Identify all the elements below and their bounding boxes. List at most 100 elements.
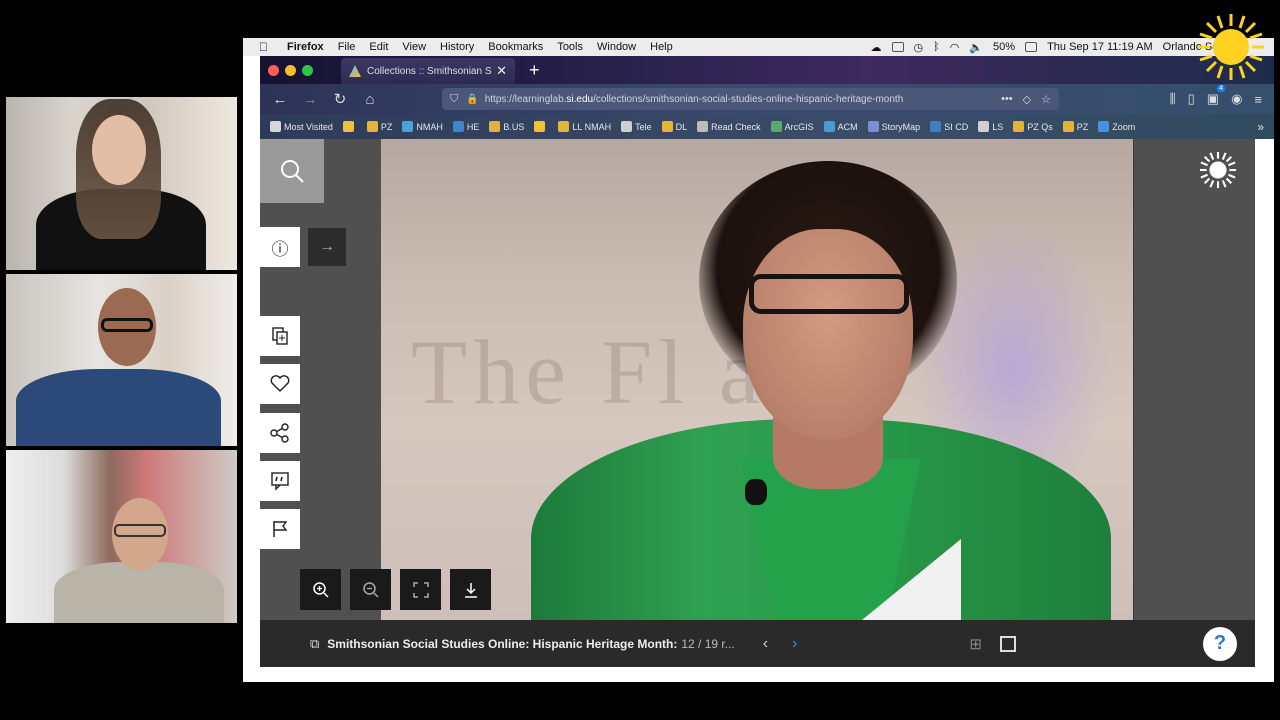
cloud-icon[interactable]: ☁ — [871, 41, 882, 54]
bookmark-label: PZ — [380, 121, 393, 132]
zoom-out-icon — [362, 581, 379, 598]
help-button[interactable]: ? — [1203, 626, 1237, 661]
menu-history[interactable]: History — [440, 41, 474, 53]
search-button[interactable] — [260, 139, 324, 203]
next-resource-button[interactable]: › — [792, 635, 797, 653]
url-bar[interactable]: ⛉ 🔒 https://learninglab.si.edu/collectio… — [442, 88, 1059, 110]
menu-tools[interactable]: Tools — [557, 41, 583, 53]
flag-icon — [273, 521, 288, 537]
bookmarks-more-icon[interactable]: » — [1257, 120, 1274, 134]
bookmark-favicon-icon — [1062, 121, 1074, 132]
quote-icon — [271, 472, 289, 491]
bookmark-item[interactable]: StoryMap — [867, 121, 920, 132]
bookmark-item[interactable]: PZ — [366, 121, 393, 132]
volume-icon[interactable]: 🔈 — [969, 41, 983, 54]
bookmark-item[interactable]: DL — [661, 121, 687, 132]
extension-icon[interactable]: ▣ 4 — [1207, 85, 1226, 107]
forward-button[interactable]: → — [300, 91, 320, 108]
menu-window[interactable]: Window — [597, 41, 636, 53]
battery-percent[interactable]: 50% — [993, 41, 1015, 53]
menu-app-name[interactable]: Firefox — [287, 41, 324, 53]
lock-icon[interactable]: 🔒 — [466, 94, 478, 105]
battery-icon[interactable] — [1025, 42, 1038, 52]
share-button[interactable] — [260, 413, 300, 453]
bookmark-item[interactable]: PZ — [1062, 121, 1088, 132]
tab-collections[interactable]: Collections :: Smithsonian Soci ✕ — [341, 58, 515, 84]
bookmark-item[interactable]: Read Check — [697, 121, 761, 132]
menubar-datetime[interactable]: Thu Sep 17 11:19 AM — [1047, 41, 1153, 53]
bookmark-favicon-icon — [697, 121, 709, 132]
bookmark-label: SI CD — [944, 121, 969, 132]
bookmark-label: Tele — [635, 121, 652, 132]
report-button[interactable] — [260, 509, 300, 549]
bookmark-item[interactable]: LS — [978, 121, 1003, 132]
previous-resource-button[interactable]: ‹ — [763, 635, 768, 653]
library-icon[interactable]: ⫼ — [1170, 91, 1176, 107]
menu-view[interactable]: View — [402, 41, 426, 53]
sidebar-icon[interactable]: ▯ — [1188, 91, 1195, 107]
display-icon[interactable] — [891, 42, 904, 52]
add-to-collection-button[interactable] — [260, 316, 300, 356]
bookmark-item[interactable]: Zoom — [1098, 121, 1135, 132]
clock-icon[interactable]: ◷ — [914, 41, 924, 54]
bookmark-item[interactable] — [342, 121, 357, 132]
minimize-window-button[interactable] — [285, 64, 296, 76]
new-tab-button[interactable]: + — [529, 60, 540, 81]
bluetooth-icon[interactable]: ᛒ — [933, 41, 940, 53]
back-button[interactable]: ← — [270, 91, 290, 108]
bookmark-item[interactable]: B.US — [489, 121, 524, 132]
home-button[interactable]: ⌂ — [360, 91, 380, 108]
bookmark-favicon-icon — [661, 121, 673, 132]
zoom-in-button[interactable] — [300, 569, 341, 610]
download-button[interactable] — [450, 569, 491, 610]
smithsonian-sun-logo-icon[interactable] — [1199, 151, 1237, 189]
tracking-shield-icon[interactable]: ⛉ — [450, 93, 458, 106]
zoom-window-button[interactable] — [302, 64, 313, 76]
sun-overlay-icon — [1198, 14, 1264, 80]
single-view-icon[interactable] — [999, 635, 1016, 652]
learning-lab-favicon-icon — [349, 65, 361, 77]
menu-bookmarks[interactable]: Bookmarks — [488, 41, 543, 53]
collection-title[interactable]: Smithsonian Social Studies Online: Hispa… — [327, 637, 677, 651]
bookmark-item[interactable] — [534, 121, 548, 132]
page-actions-icon[interactable]: ••• — [1001, 93, 1013, 106]
bookmark-favicon-icon — [270, 121, 281, 132]
expand-panel-button[interactable]: → — [308, 228, 346, 266]
apple-icon[interactable]:  — [259, 40, 273, 54]
menu-help[interactable]: Help — [650, 41, 673, 53]
bookmark-item[interactable]: NMAH — [402, 121, 443, 132]
menu-icon[interactable]: ≡ — [1254, 92, 1262, 107]
bookmark-item[interactable]: ACM — [823, 121, 858, 132]
info-button[interactable]: ⓘ — [260, 227, 300, 267]
bookmark-item[interactable]: LL NMAH — [558, 121, 611, 132]
wifi-icon[interactable]: ◠ — [950, 41, 960, 54]
resource-image[interactable]: The Fl at — [381, 139, 1133, 620]
menu-file[interactable]: File — [338, 41, 356, 53]
url-text[interactable]: https://learninglab.si.edu/collections/s… — [485, 94, 1001, 105]
bookmark-favicon-icon — [930, 121, 942, 132]
grid-view-icon[interactable]: ⊞ — [969, 635, 982, 653]
bookmark-star-icon[interactable]: ☆ — [1041, 93, 1051, 106]
account-icon[interactable]: ◉ — [1231, 91, 1242, 107]
bookmark-item[interactable]: HE — [452, 121, 479, 132]
participant-3-glasses — [114, 524, 166, 537]
zoom-out-button[interactable] — [350, 569, 391, 610]
bookmark-item[interactable]: ArcGIS — [770, 121, 814, 132]
pocket-icon[interactable]: ◇ — [1023, 93, 1031, 106]
tab-close-icon[interactable]: ✕ — [496, 63, 507, 79]
menu-edit[interactable]: Edit — [369, 41, 388, 53]
cite-button[interactable] — [260, 461, 300, 501]
close-window-button[interactable] — [268, 64, 279, 76]
bookmark-favicon-icon — [366, 121, 378, 132]
bookmark-label: LL NMAH — [572, 121, 612, 132]
fullscreen-button[interactable] — [400, 569, 441, 610]
favorite-button[interactable] — [260, 364, 300, 404]
bookmark-label: Most Visited — [284, 121, 333, 132]
bookmark-favicon-icon — [867, 121, 879, 132]
video-tile-participant-3 — [6, 450, 237, 623]
bookmark-item[interactable]: SI CD — [930, 121, 968, 132]
bookmark-item[interactable]: PZ Qs — [1013, 121, 1053, 132]
reload-button[interactable]: ↻ — [330, 90, 350, 108]
bookmark-item[interactable]: Tele — [621, 121, 652, 132]
bookmark-item[interactable]: Most Visited — [270, 121, 333, 132]
